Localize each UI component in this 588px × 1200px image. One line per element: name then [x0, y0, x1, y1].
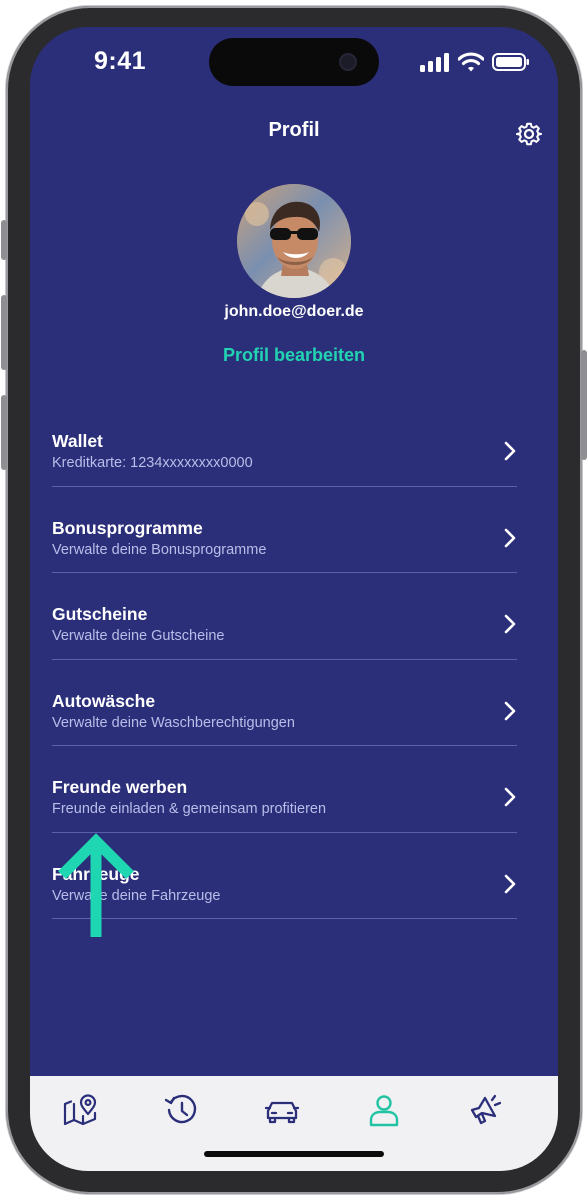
- page-title: Profil: [268, 119, 320, 141]
- edit-profile-link[interactable]: Profil bearbeiten: [30, 345, 558, 366]
- chevron-right-icon: [504, 787, 516, 807]
- menu-item-autowaesche[interactable]: Autowäsche Verwalte deine Waschberechtig…: [52, 660, 517, 746]
- dynamic-island: [209, 38, 379, 86]
- menu-item-title: Wallet: [52, 431, 103, 451]
- history-icon[interactable]: [164, 1092, 200, 1128]
- menu-item-subtitle: Verwalte deine Gutscheine: [52, 628, 225, 644]
- car-icon[interactable]: [264, 1092, 300, 1128]
- up-arrow-annotation-icon: [58, 833, 134, 937]
- status-icons: [420, 51, 530, 73]
- megaphone-icon[interactable]: [468, 1092, 504, 1128]
- battery-icon: [492, 53, 529, 71]
- menu-item-title: Bonusprogramme: [52, 517, 203, 538]
- chevron-right-icon: [504, 528, 516, 547]
- menu-item-title: Gutscheine: [52, 604, 148, 624]
- menu-item-title: Freunde werben: [52, 777, 188, 797]
- map-pin-icon[interactable]: [62, 1092, 98, 1128]
- chevron-right-icon: [504, 874, 516, 893]
- gear-icon[interactable]: [516, 121, 542, 147]
- action-button: [1, 220, 7, 260]
- menu-item-wallet[interactable]: Wallet Kreditkarte: 1234xxxxxxxx0000: [52, 400, 517, 487]
- chevron-right-icon: [504, 614, 516, 634]
- app-screen: 9:41 Profil john.doe@doer.de Profil bear…: [30, 27, 558, 1171]
- menu-item-freunde-werben[interactable]: Freunde werben Freunde einladen & gemein…: [52, 746, 517, 833]
- home-indicator: [204, 1151, 384, 1157]
- chevron-right-icon: [504, 441, 516, 461]
- menu-item-subtitle: Kreditkarte: 1234xxxxxxxx0000: [52, 455, 253, 471]
- menu-item-gutscheine[interactable]: Gutscheine Verwalte deine Gutscheine: [52, 573, 517, 660]
- power-button: [581, 350, 587, 460]
- status-time: 9:41: [94, 47, 147, 75]
- camera-icon: [339, 53, 357, 71]
- menu-item-subtitle: Freunde einladen & gemeinsam profitieren: [52, 801, 327, 817]
- volume-up-button: [1, 295, 7, 370]
- chevron-right-icon: [504, 701, 516, 720]
- menu-item-subtitle: Verwalte deine Waschberechtigungen: [52, 714, 295, 731]
- cellular-signal-icon: [420, 53, 449, 72]
- user-email: john.doe@doer.de: [224, 303, 364, 320]
- volume-down-button: [1, 395, 7, 470]
- avatar: [237, 184, 351, 298]
- menu-item-bonusprogramme[interactable]: Bonusprogramme Verwalte deine Bonusprogr…: [52, 487, 517, 573]
- menu-item-subtitle: Verwalte deine Bonusprogramme: [52, 541, 267, 558]
- avatar-photo: [237, 184, 351, 298]
- profile-icon[interactable]: [366, 1092, 402, 1128]
- menu-item-title: Autowäsche: [52, 690, 156, 711]
- wifi-icon: [458, 52, 484, 72]
